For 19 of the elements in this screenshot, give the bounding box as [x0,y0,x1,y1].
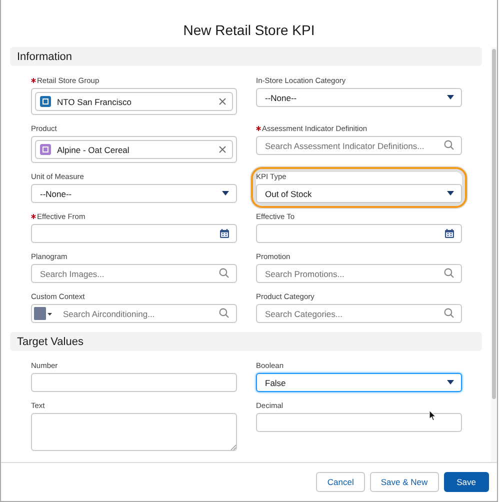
select-field[interactable]: --None-- [31,184,237,203]
lookup-field[interactable]: Alpine - Oat Cereal [31,136,237,163]
dialog-title: New Retail Store KPI [183,22,315,38]
record-pill[interactable]: NTO San Francisco [35,92,233,111]
section-header[interactable]: Target Values [10,332,482,351]
select-field[interactable]: --None-- [256,88,462,107]
section-header[interactable]: Information [10,47,482,66]
search-field[interactable]: Search Assessment Indicator Definitions... [256,136,462,155]
search-field[interactable]: Search Airconditioning... [31,304,237,323]
select-field[interactable]: False [256,373,462,392]
lookup-field[interactable]: NTO San Francisco [31,88,237,115]
record-pill[interactable]: Alpine - Oat Cereal [35,140,233,159]
save-button[interactable]: Save [444,472,489,492]
search-field[interactable]: Search Images... [31,264,237,283]
action-button[interactable]: Save & New [370,472,439,492]
search-field[interactable]: Search Promotions... [256,264,462,283]
action-button[interactable]: Cancel [316,472,365,492]
select-field[interactable]: Out of Stock [256,184,462,203]
search-field[interactable]: Search Categories... [256,304,462,323]
